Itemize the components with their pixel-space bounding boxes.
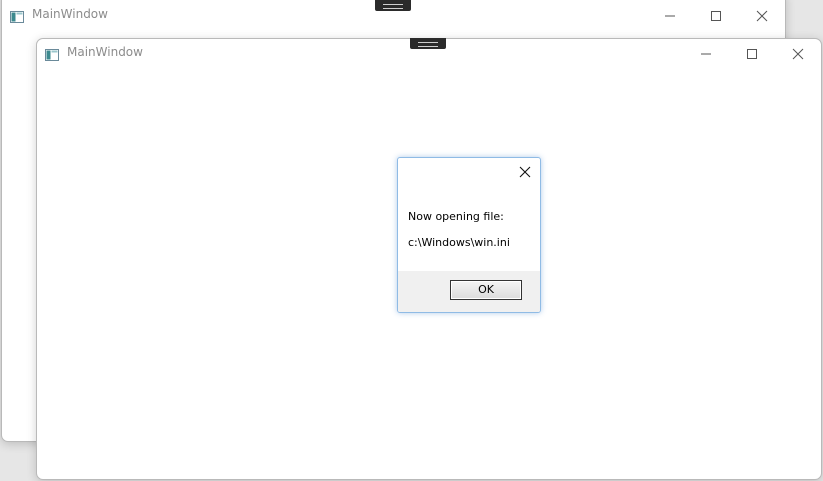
dialog-file-path: c:\Windows\win.ini [408,236,510,249]
maximize-icon [747,49,757,59]
window-title: MainWindow [32,7,108,21]
close-icon [756,10,768,22]
dialog-button-area: OK [398,271,540,312]
ok-button[interactable]: OK [450,280,522,300]
close-button[interactable] [775,39,821,69]
snap-layout-handle[interactable] [410,38,446,49]
app-window-icon [10,8,24,23]
maximize-icon [711,11,721,21]
minimize-button[interactable] [683,39,729,69]
close-button[interactable] [739,1,785,31]
message-box-dialog[interactable]: Now opening file: c:\Windows\win.ini OK [397,157,541,313]
close-icon [792,48,804,60]
app-window-icon [45,46,59,61]
minimize-button[interactable] [647,1,693,31]
snap-layout-handle[interactable] [375,0,411,11]
window-title: MainWindow [67,45,143,59]
minimize-icon [665,15,675,17]
dialog-message: Now opening file: [408,210,504,223]
maximize-button[interactable] [693,1,739,31]
minimize-icon [701,53,711,55]
maximize-button[interactable] [729,39,775,69]
close-icon [519,166,531,178]
dialog-close-button[interactable] [516,163,534,181]
